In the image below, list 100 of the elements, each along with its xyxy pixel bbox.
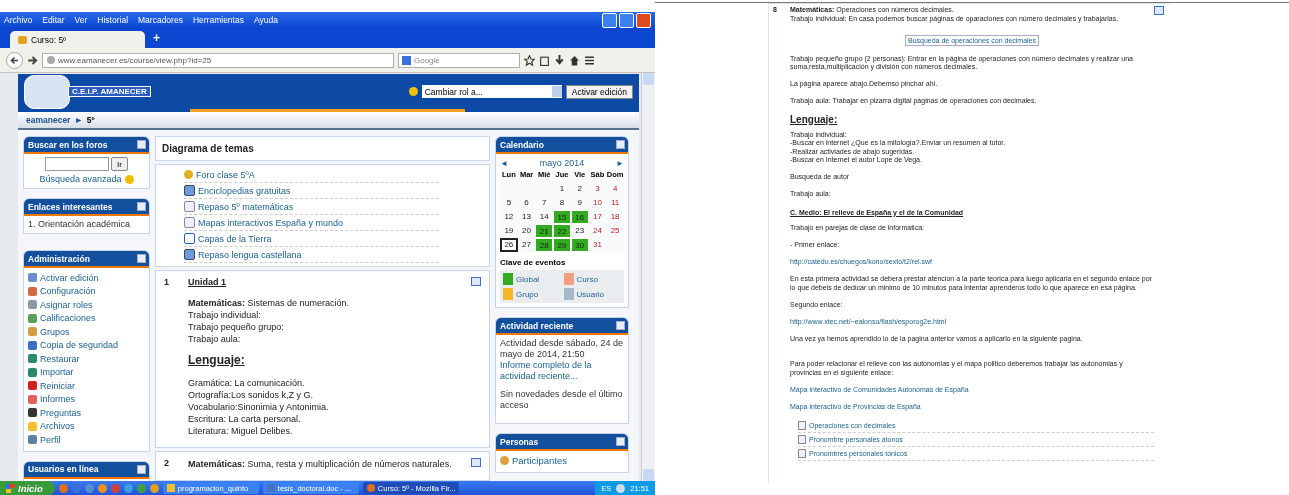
calendar-day[interactable]: 5 xyxy=(500,196,518,210)
resource-link[interactable]: Mapas interactivos España y mundo xyxy=(198,217,344,228)
help-icon[interactable] xyxy=(408,87,418,96)
admin-link[interactable]: Copia de seguridad xyxy=(40,340,119,351)
collapse-icon[interactable] xyxy=(1154,6,1164,15)
advanced-search-link[interactable]: Búsqueda avanzada xyxy=(39,174,122,184)
home-icon[interactable] xyxy=(569,54,580,66)
event-type-link[interactable]: Usuario xyxy=(576,289,605,299)
calendar-day[interactable]: 6 xyxy=(517,196,536,210)
calendar-day[interactable]: 9 xyxy=(570,196,589,210)
start-button[interactable]: Inicio xyxy=(0,481,55,495)
forward-icon[interactable] xyxy=(27,54,38,66)
calendar-day[interactable]: 18 xyxy=(606,210,624,224)
calendar-day[interactable]: 31 xyxy=(588,238,607,252)
menu-item[interactable]: Ayuda xyxy=(253,15,278,25)
star-icon[interactable] xyxy=(524,54,535,66)
scrollbar[interactable] xyxy=(641,73,655,481)
calendar-day[interactable]: 7 xyxy=(535,196,554,210)
admin-link[interactable]: Archivos xyxy=(40,421,75,432)
breadcrumb-link[interactable]: eamanecer xyxy=(26,115,71,125)
edit-button[interactable]: Activar edición xyxy=(565,84,633,99)
calendar-day[interactable]: 13 xyxy=(517,210,536,224)
admin-link[interactable]: Preguntas xyxy=(40,407,82,418)
link-item[interactable]: 1. Orientación académica xyxy=(28,219,145,229)
admin-link[interactable]: Grupos xyxy=(40,326,70,337)
calendar-day[interactable]: 12 xyxy=(500,210,518,224)
admin-link[interactable]: Perfil xyxy=(40,434,61,445)
calendar-day[interactable]: 1 xyxy=(553,182,571,196)
resource-link[interactable]: Foro clase 5ºA xyxy=(196,169,255,180)
admin-link[interactable]: Asignar roles xyxy=(40,299,93,310)
text-line: Matemáticas: Suma, resta y multiplicación de números naturales. xyxy=(188,458,453,470)
admin-link[interactable]: Configuración xyxy=(40,286,96,297)
network-icon[interactable] xyxy=(616,483,626,493)
calendar-day[interactable]: 11 xyxy=(606,196,624,210)
breadcrumb-separator: ► xyxy=(74,115,83,125)
next-month-button[interactable]: ► xyxy=(616,158,624,168)
calendar-day[interactable]: 22 xyxy=(553,224,571,238)
calendar-day[interactable]: 25 xyxy=(606,224,624,238)
month-label[interactable]: mayo 2014 xyxy=(539,158,585,168)
collapse-icon[interactable] xyxy=(471,458,481,467)
menu-item[interactable]: Marcadores xyxy=(138,15,183,25)
calendar-day[interactable]: 27 xyxy=(517,238,536,252)
menu-item[interactable]: Editar xyxy=(42,15,65,25)
resource-link[interactable]: Repaso 5º matemáticas xyxy=(198,201,294,212)
search-input[interactable] xyxy=(45,157,110,171)
admin-link[interactable]: Activar edición xyxy=(40,272,99,283)
calendar-day[interactable]: 28 xyxy=(535,238,554,252)
section-heading: Lenguaje: xyxy=(790,113,839,125)
close-icon[interactable] xyxy=(636,12,651,28)
event-type-link[interactable]: Curso xyxy=(576,274,598,284)
calendar-day[interactable]: 14 xyxy=(535,210,554,224)
calendar-day[interactable]: 15 xyxy=(553,210,571,224)
calendar-day[interactable]: 8 xyxy=(553,196,571,210)
collapse-icon[interactable] xyxy=(137,464,146,474)
calendar-day[interactable]: 19 xyxy=(500,224,518,238)
calendar-day[interactable]: 3 xyxy=(588,182,607,196)
school-name[interactable]: C.E.I.P. AMANECER xyxy=(68,86,151,97)
menu-item[interactable]: Archivo xyxy=(4,15,33,25)
text-line: Matemáticas: Sistemas de numeración. xyxy=(188,297,351,309)
menu-item[interactable]: Ver xyxy=(74,15,88,25)
resource-link[interactable]: Repaso lengua castellana xyxy=(198,249,302,260)
activity-report-link[interactable]: Informe completo de la actividad reciente... xyxy=(500,360,624,382)
calendar-day[interactable]: 10 xyxy=(588,196,607,210)
section-title: Unidad 1 xyxy=(188,277,227,287)
menu-item[interactable]: Historial xyxy=(97,15,129,25)
calendar-day[interactable]: 4 xyxy=(606,182,624,196)
address-field[interactable]: www.eamanecer.es/course/view.php?id=25 xyxy=(42,52,394,68)
text-line: Trabajo aula: xyxy=(188,333,242,345)
search-field[interactable]: Google xyxy=(398,52,520,68)
new-tab-button[interactable]: + xyxy=(153,31,160,45)
admin-link[interactable]: Importar xyxy=(40,367,74,378)
participants-link[interactable]: Participantes xyxy=(512,455,567,467)
go-button[interactable]: Ir xyxy=(111,157,128,171)
calendar-day[interactable]: 23 xyxy=(570,224,589,238)
event-type-link[interactable]: Grupo xyxy=(516,289,539,299)
calendar-day[interactable]: 2 xyxy=(570,182,589,196)
browser-tab[interactable]: Curso: 5º xyxy=(10,31,145,48)
admin-link[interactable]: Reiniciar xyxy=(40,380,75,391)
admin-link[interactable]: Informes xyxy=(40,394,75,405)
calendar-day[interactable]: 17 xyxy=(588,210,607,224)
minimize-icon[interactable] xyxy=(602,12,617,28)
collapse-icon[interactable] xyxy=(471,277,481,286)
text-line: Gramática: La comunicación. xyxy=(188,377,306,389)
admin-link[interactable]: Calificaciones xyxy=(40,313,96,324)
calendar-day[interactable]: 20 xyxy=(517,224,536,238)
admin-link[interactable]: Restaurar xyxy=(40,353,80,364)
calendar-day[interactable]: 21 xyxy=(535,224,554,238)
calendar-day[interactable]: 24 xyxy=(588,224,607,238)
resource-link[interactable]: Enciclopedias gratuitas xyxy=(198,185,291,196)
download-icon[interactable] xyxy=(554,54,565,66)
calendar-day[interactable]: 29 xyxy=(553,238,571,252)
resource-link[interactable]: Capas de la Tierra xyxy=(198,233,272,244)
event-type-link[interactable]: Global xyxy=(516,274,540,284)
web-page-icon xyxy=(184,185,195,196)
menu-icon[interactable] xyxy=(584,54,595,66)
calendar-day[interactable]: 26 xyxy=(500,238,518,252)
back-icon[interactable] xyxy=(6,51,23,69)
menu-item[interactable]: Herramientas xyxy=(192,15,244,25)
previous-month-button[interactable]: ◄ xyxy=(500,158,508,168)
role-select[interactable]: Cambiar rol a... xyxy=(421,85,562,98)
